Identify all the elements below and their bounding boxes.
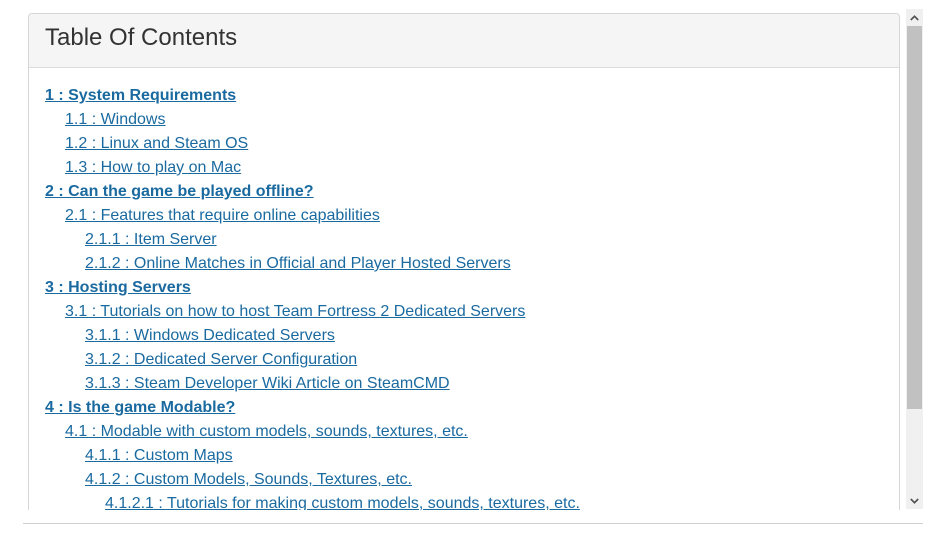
page-viewport: Table Of Contents 1 : System Requirement… — [0, 0, 938, 510]
toc-panel-heading: Table Of Contents — [29, 14, 899, 68]
toc-link[interactable]: 3.1.2 : Dedicated Server Configuration — [85, 351, 357, 368]
toc-item: 3.1.3 : Steam Developer Wiki Article on … — [45, 373, 899, 397]
toc-item: 4.1 : Modable with custom models, sounds… — [45, 421, 899, 445]
toc-link[interactable]: 4.1.2 : Custom Models, Sounds, Textures,… — [85, 471, 412, 488]
vertical-scrollbar[interactable] — [906, 9, 923, 509]
chevron-up-icon — [910, 14, 919, 21]
toc-item: 4 : Is the game Modable? — [45, 397, 899, 421]
scroll-down-button[interactable] — [906, 492, 923, 509]
toc-item: 3 : Hosting Servers — [45, 277, 899, 301]
toc-link[interactable]: 3.1.3 : Steam Developer Wiki Article on … — [85, 375, 450, 392]
toc-link[interactable]: 3.1 : Tutorials on how to host Team Fort… — [65, 303, 525, 320]
chevron-down-icon — [910, 497, 919, 504]
toc-link[interactable]: 2.1.1 : Item Server — [85, 231, 217, 248]
toc-item: 2.1.2 : Online Matches in Official and P… — [45, 253, 899, 277]
toc-link[interactable]: 2 : Can the game be played offline? — [45, 183, 314, 200]
toc-link[interactable]: 1 : System Requirements — [45, 87, 236, 104]
toc-list: 1 : System Requirements 1.1 : Windows 1.… — [29, 68, 899, 510]
toc-item: 4.1.2.1 : Tutorials for making custom mo… — [45, 493, 899, 510]
toc-link[interactable]: 3.1.1 : Windows Dedicated Servers — [85, 327, 335, 344]
toc-item: 1 : System Requirements — [45, 85, 899, 109]
toc-item: 3.1.1 : Windows Dedicated Servers — [45, 325, 899, 349]
toc-item: 2.1 : Features that require online capab… — [45, 205, 899, 229]
toc-link[interactable]: 4.1 : Modable with custom models, sounds… — [65, 423, 468, 440]
toc-item: 3.1.2 : Dedicated Server Configuration — [45, 349, 899, 373]
toc-link[interactable]: 3 : Hosting Servers — [45, 279, 191, 296]
toc-link[interactable]: 4.1.1 : Custom Maps — [85, 447, 233, 464]
toc-link[interactable]: 2.1.2 : Online Matches in Official and P… — [85, 255, 511, 272]
bottom-divider — [23, 523, 923, 524]
scrollbar-thumb[interactable] — [907, 26, 922, 409]
toc-item: 2.1.1 : Item Server — [45, 229, 899, 253]
toc-item: 1.2 : Linux and Steam OS — [45, 133, 899, 157]
toc-title: Table Of Contents — [45, 24, 238, 51]
toc-item: 1.3 : How to play on Mac — [45, 157, 899, 181]
toc-link[interactable]: 1.1 : Windows — [65, 111, 165, 128]
toc-panel: Table Of Contents 1 : System Requirement… — [28, 13, 900, 510]
toc-item: 4.1.2 : Custom Models, Sounds, Textures,… — [45, 469, 899, 493]
toc-link[interactable]: 1.2 : Linux and Steam OS — [65, 135, 248, 152]
toc-link[interactable]: 4.1.2.1 : Tutorials for making custom mo… — [105, 495, 580, 510]
scroll-up-button[interactable] — [906, 9, 923, 26]
toc-item: 3.1 : Tutorials on how to host Team Fort… — [45, 301, 899, 325]
toc-link[interactable]: 1.3 : How to play on Mac — [65, 159, 241, 176]
toc-item: 4.1.1 : Custom Maps — [45, 445, 899, 469]
toc-item: 1.1 : Windows — [45, 109, 899, 133]
toc-link[interactable]: 4 : Is the game Modable? — [45, 399, 235, 416]
toc-item: 2 : Can the game be played offline? — [45, 181, 899, 205]
toc-link[interactable]: 2.1 : Features that require online capab… — [65, 207, 380, 224]
